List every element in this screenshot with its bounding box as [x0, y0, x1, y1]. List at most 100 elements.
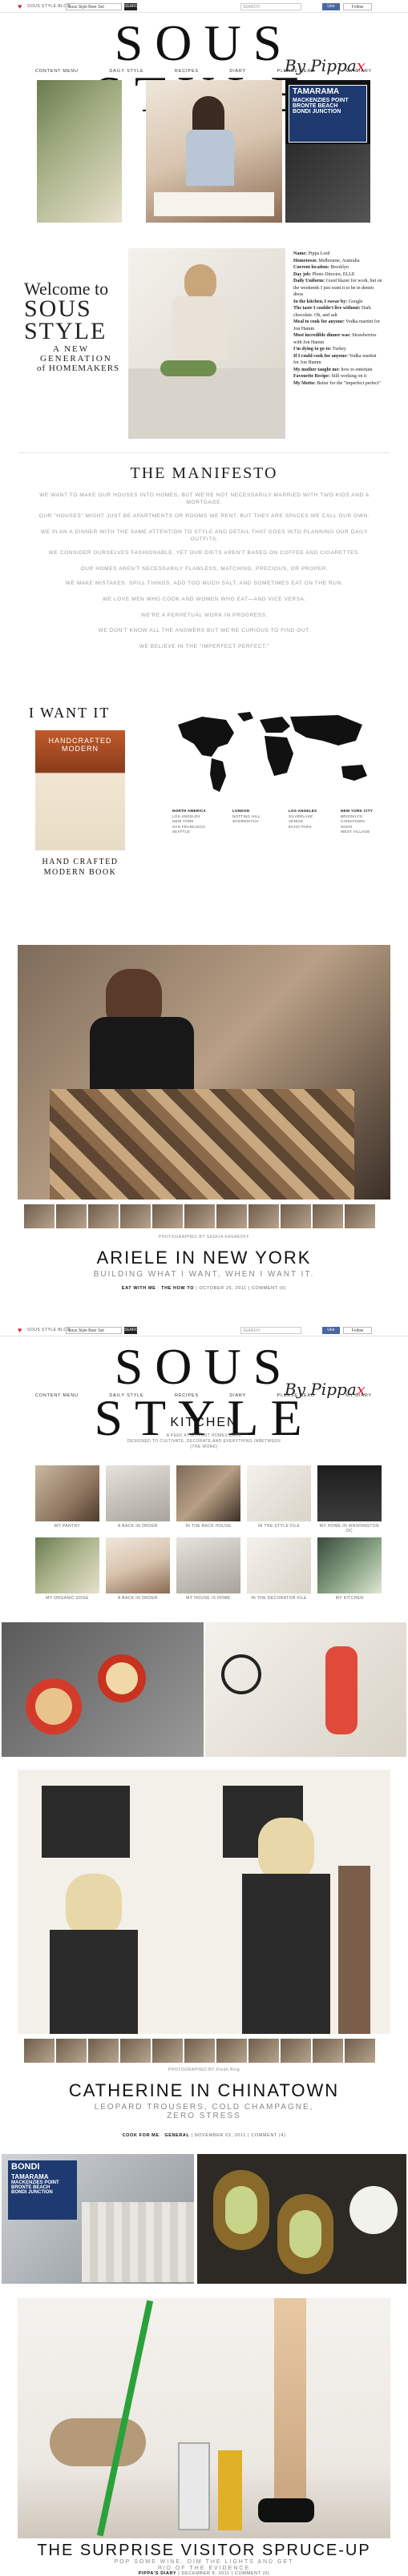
- thumbnail[interactable]: [281, 1204, 311, 1228]
- kitchen-thumb[interactable]: [317, 1465, 382, 1521]
- search-input[interactable]: SEARCH: [240, 1327, 301, 1334]
- profile-row: Most incredible dinner was: Strawberries…: [293, 333, 377, 345]
- photo-credit: PHOTOGRAPHED BY Dinah Blog: [168, 2068, 240, 2072]
- post-subtitle: BUILDING WHAT I WANT, WHEN I WANT IT.: [93, 1270, 315, 1279]
- facebook-like-button[interactable]: Like: [322, 1327, 340, 1334]
- go-button[interactable]: SEARCH: [124, 3, 141, 10]
- kitchen-bike-photo[interactable]: [205, 1622, 406, 1757]
- kitchen-label[interactable]: A BACK IN ORDER: [106, 1596, 170, 1601]
- kitchen-thumb[interactable]: [247, 1465, 311, 1521]
- thumbnail[interactable]: [88, 1204, 119, 1228]
- city-link[interactable]: ECHO PARK: [289, 825, 337, 830]
- kitchen-thumb[interactable]: [317, 1537, 382, 1593]
- comment-link[interactable]: COMMENT (0): [252, 1286, 286, 1291]
- city-list: NEW YORK CITY BROOKLYN CHINATOWN SOHO WE…: [341, 809, 389, 835]
- kitchen-label[interactable]: IN THE STYLE FILE: [247, 1524, 311, 1529]
- go-button[interactable]: SEARCH: [124, 1327, 141, 1334]
- sign-text: TAMARAMA: [293, 87, 340, 96]
- nav-item[interactable]: RECIPES: [175, 69, 199, 78]
- post-spruce-photo[interactable]: [18, 2298, 390, 2538]
- post-category-link[interactable]: EAT WITH ME: [122, 1286, 156, 1291]
- nav-item[interactable]: DAILY STYLE: [109, 1393, 143, 1403]
- thumbnail[interactable]: [345, 2039, 375, 2063]
- thumbnail[interactable]: [24, 2039, 55, 2063]
- kitchen-label[interactable]: IN THE DECORATOR FILE: [247, 1596, 311, 1601]
- post-ariele-photo[interactable]: [18, 945, 390, 1200]
- thumbnail[interactable]: [88, 2039, 119, 2063]
- thumbnail[interactable]: [56, 2039, 87, 2063]
- thumbnail[interactable]: [184, 2039, 215, 2063]
- thumbnail[interactable]: [313, 2039, 343, 2063]
- post-catherine-photo[interactable]: [18, 1770, 390, 2034]
- nav-item[interactable]: CONTENT MENU: [35, 69, 79, 78]
- post-title[interactable]: ARIELE IN NEW YORK: [0, 1248, 408, 1268]
- welcome-photo: [128, 248, 285, 439]
- follow-button[interactable]: Follow: [343, 1327, 372, 1334]
- city-link[interactable]: SHOREDITCH: [232, 819, 281, 825]
- thumbnail[interactable]: [248, 1204, 279, 1228]
- thumbnail[interactable]: [120, 1204, 151, 1228]
- kitchen-label[interactable]: IN THE BACK HOUSE: [176, 1524, 240, 1529]
- post-title[interactable]: CATHERINE IN CHINATOWN: [0, 2080, 408, 2101]
- kitchen-thumb[interactable]: [176, 1537, 240, 1593]
- thumbnail[interactable]: [313, 1204, 343, 1228]
- kitchen-thumb[interactable]: [176, 1465, 240, 1521]
- city-link[interactable]: SEATTLE: [172, 830, 220, 835]
- thumbnail[interactable]: [216, 2039, 247, 2063]
- kitchen-thumb[interactable]: [247, 1537, 311, 1593]
- post-title[interactable]: THE SURPRISE VISITOR SPRUCE-UP: [0, 2542, 408, 2560]
- blog-link[interactable]: SOUS STYLE BLOG: [27, 1328, 71, 1332]
- nav-item[interactable]: CONTENT MENU: [35, 1393, 79, 1403]
- post-category-link[interactable]: THE HOW TO: [161, 1286, 194, 1291]
- thumbnail[interactable]: [248, 2039, 279, 2063]
- kitchen-label[interactable]: MY HOUSE IS HOME: [176, 1596, 240, 1601]
- nav-item[interactable]: PLEASE READ: [277, 1393, 315, 1403]
- city-link[interactable]: WEST VILLAGE: [341, 830, 389, 835]
- category-select[interactable]: Sous Style Beer Set: [66, 3, 122, 10]
- facebook-like-button[interactable]: Like: [322, 3, 340, 10]
- thumbnail[interactable]: [120, 2039, 151, 2063]
- nav-item[interactable]: MY DIARY: [345, 69, 372, 78]
- follow-button[interactable]: Follow: [343, 3, 372, 10]
- nav-item[interactable]: DIARY: [229, 69, 246, 78]
- post-category-link[interactable]: GENERAL: [164, 2133, 189, 2138]
- comment-link[interactable]: COMMENT (0): [235, 2571, 269, 2576]
- thumbnail[interactable]: [184, 1204, 215, 1228]
- nav-item[interactable]: DAILY STYLE: [109, 69, 143, 78]
- city-list: LOS ANGELES SILVERLAKE VENICE ECHO PARK: [289, 809, 337, 830]
- kitchen-thumb[interactable]: [35, 1465, 99, 1521]
- thumbnail[interactable]: [216, 1204, 247, 1228]
- nav-item[interactable]: PLEASE READ: [277, 69, 315, 78]
- comment-link[interactable]: COMMENT (4): [251, 2133, 285, 2138]
- search-input[interactable]: SEARCH: [240, 3, 301, 10]
- kitchen-thumb[interactable]: [106, 1537, 170, 1593]
- kitchen-label[interactable]: MY PANTRY: [35, 1524, 99, 1529]
- thumbnail[interactable]: [281, 2039, 311, 2063]
- nav-item[interactable]: RECIPES: [175, 1393, 199, 1403]
- thumbnail[interactable]: [152, 1204, 183, 1228]
- kitchen-label[interactable]: MY KITCHEN: [317, 1596, 382, 1601]
- manifesto-title: THE MANIFESTO: [130, 464, 278, 482]
- nav-item[interactable]: MY DIARY: [345, 1393, 372, 1403]
- kitchen-label[interactable]: MY ORGANIC EDGE: [35, 1596, 99, 1601]
- post-category-link[interactable]: COOK FOR ME: [123, 2133, 160, 2138]
- site-logo[interactable]: SOUS STYLE By Pippax: [0, 18, 408, 120]
- kitchen-label[interactable]: A BACK IN ORDER: [106, 1524, 170, 1529]
- avocado-photo[interactable]: [197, 2154, 406, 2284]
- thumbnail[interactable]: [152, 2039, 183, 2063]
- thumbnail[interactable]: [24, 1204, 55, 1228]
- book-cover[interactable]: HANDCRAFTED MODERN: [35, 730, 125, 850]
- kitchen-thumb[interactable]: [106, 1465, 170, 1521]
- food-photo[interactable]: [2, 1622, 204, 1757]
- site-logo[interactable]: SOUS STYLE By Pippax: [0, 1341, 408, 1444]
- beach-sign-photo[interactable]: BONDI TAMARAMA MACKENZIES POINT BRONTE B…: [2, 2154, 194, 2284]
- post-category-link[interactable]: PIPPA'S DIARY: [139, 2571, 176, 2576]
- blog-link[interactable]: SOUS STYLE BLOG: [27, 4, 71, 9]
- kitchen-label[interactable]: MY HOME IN WASHINGTON DC: [317, 1524, 382, 1533]
- nav-item[interactable]: DIARY: [229, 1393, 246, 1403]
- thumbnail[interactable]: [345, 1204, 375, 1228]
- thumbnail[interactable]: [56, 1204, 87, 1228]
- kitchen-thumb[interactable]: [35, 1537, 99, 1593]
- welcome-line: GENERATION: [40, 354, 112, 364]
- category-select[interactable]: Sous Style Beer Set: [66, 1327, 122, 1334]
